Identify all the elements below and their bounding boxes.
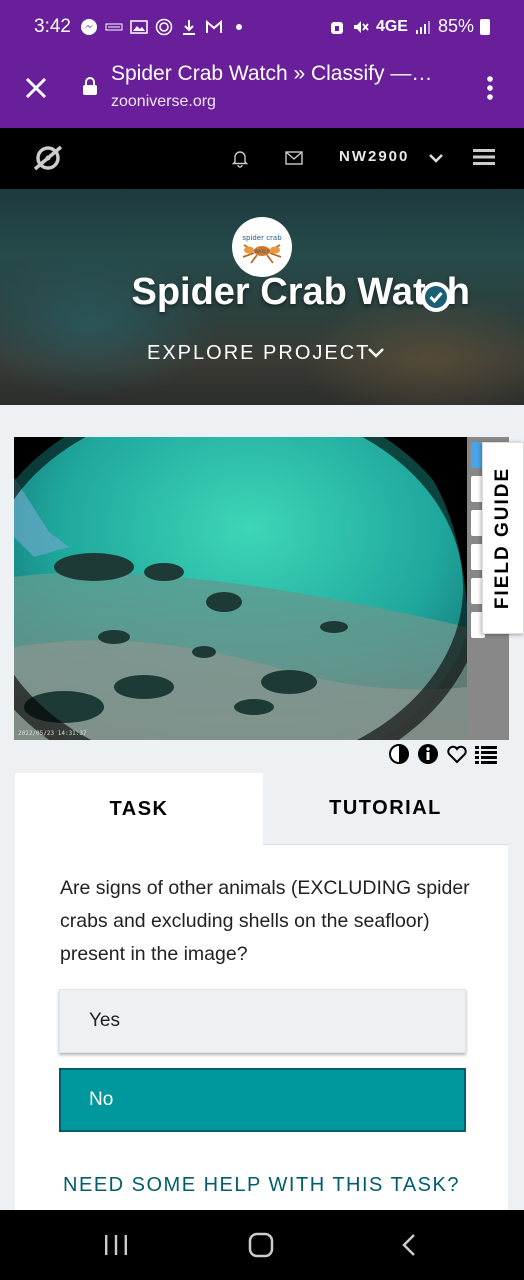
avatar-text-top: spider crab bbox=[242, 234, 282, 242]
overflow-menu-icon[interactable] bbox=[482, 74, 498, 102]
field-guide-label: FIELD GUIDE bbox=[492, 466, 513, 610]
battery-icon bbox=[480, 18, 490, 35]
mute-icon bbox=[352, 18, 370, 36]
chevron-down-icon[interactable] bbox=[428, 150, 444, 166]
signal-bars-icon bbox=[414, 18, 432, 36]
explore-chevron-down-icon[interactable] bbox=[367, 345, 385, 361]
info-icon[interactable] bbox=[417, 743, 439, 765]
tab-tutorial[interactable]: TUTORIAL bbox=[263, 773, 508, 845]
task-panel: TASK TUTORIAL Are signs of other animals… bbox=[15, 773, 508, 1210]
project-title: Spider Crab Watch bbox=[131, 271, 470, 313]
project-avatar[interactable]: spider crab WATCH bbox=[232, 217, 292, 277]
messenger-icon bbox=[80, 18, 98, 36]
status-right: 4GE 85% bbox=[328, 16, 490, 37]
hamburger-menu-icon[interactable] bbox=[473, 148, 495, 166]
subject-image[interactable]: 2022/05/23 14:31:37 bbox=[14, 437, 467, 740]
system-nav-bar bbox=[0, 1210, 524, 1280]
answer-yes-label: Yes bbox=[89, 1010, 120, 1031]
browser-header: Spider Crab Watch » Classify —… zooniver… bbox=[0, 56, 524, 128]
dot-icon bbox=[230, 18, 248, 36]
collections-list-icon[interactable] bbox=[475, 743, 497, 765]
explore-project-button[interactable]: EXPLORE PROJECT bbox=[147, 342, 370, 365]
verified-badge-icon bbox=[421, 282, 451, 312]
site-nav: NW2900 bbox=[0, 128, 524, 189]
recent-apps-icon[interactable] bbox=[103, 1232, 129, 1258]
answer-no-label: No bbox=[89, 1089, 114, 1110]
notifications-bell-icon[interactable] bbox=[230, 148, 250, 168]
notification-icons bbox=[80, 18, 248, 36]
user-menu-button[interactable]: NW2900 bbox=[339, 148, 409, 165]
messages-mail-icon[interactable] bbox=[285, 150, 303, 166]
task-question: Are signs of other animals (EXCLUDING sp… bbox=[60, 877, 470, 965]
gallery-icon bbox=[130, 18, 148, 36]
close-icon[interactable] bbox=[22, 74, 50, 102]
back-icon[interactable] bbox=[396, 1232, 422, 1258]
status-bar: 3:42 4GE 85% bbox=[0, 0, 524, 56]
answer-no-button[interactable]: No bbox=[59, 1068, 466, 1132]
battery-percent: 85% bbox=[437, 16, 474, 36]
download-icon bbox=[180, 18, 198, 36]
favorite-heart-icon[interactable] bbox=[446, 743, 468, 765]
zooniverse-logo-icon[interactable] bbox=[32, 142, 64, 174]
image-timestamp: 2022/05/23 14:31:37 bbox=[18, 730, 87, 737]
avatar-text-bottom: WATCH bbox=[254, 249, 270, 255]
field-guide-tab[interactable]: FIELD GUIDE bbox=[482, 442, 524, 634]
alarm-icon bbox=[328, 18, 346, 36]
status-time: 3:42 bbox=[34, 16, 71, 37]
classify-area: 2022/05/23 14:31:37 FIELD GUIDE TASK TUT… bbox=[0, 405, 524, 1210]
news-icon bbox=[105, 18, 123, 36]
subject-meta-tools bbox=[388, 743, 497, 765]
gmail-icon bbox=[205, 18, 223, 36]
browser-url[interactable]: zooniverse.org bbox=[111, 93, 216, 111]
task-help-link[interactable]: NEED SOME HELP WITH THIS TASK? bbox=[15, 1174, 508, 1197]
tab-task[interactable]: TASK bbox=[15, 773, 263, 845]
browser-page-title: Spider Crab Watch » Classify —… bbox=[111, 62, 433, 85]
invert-contrast-icon[interactable] bbox=[388, 743, 410, 765]
home-icon[interactable] bbox=[248, 1232, 274, 1258]
lock-icon bbox=[82, 76, 98, 96]
signal-app-icon bbox=[155, 18, 173, 36]
answer-yes-button[interactable]: Yes bbox=[59, 989, 466, 1053]
underwater-seafloor-image bbox=[14, 437, 467, 740]
network-type: 4GE bbox=[375, 17, 408, 35]
project-hero: spider crab WATCH Spider Crab Watch EXPL… bbox=[0, 189, 524, 405]
spider-crab-logo-icon: spider crab WATCH bbox=[233, 218, 291, 276]
